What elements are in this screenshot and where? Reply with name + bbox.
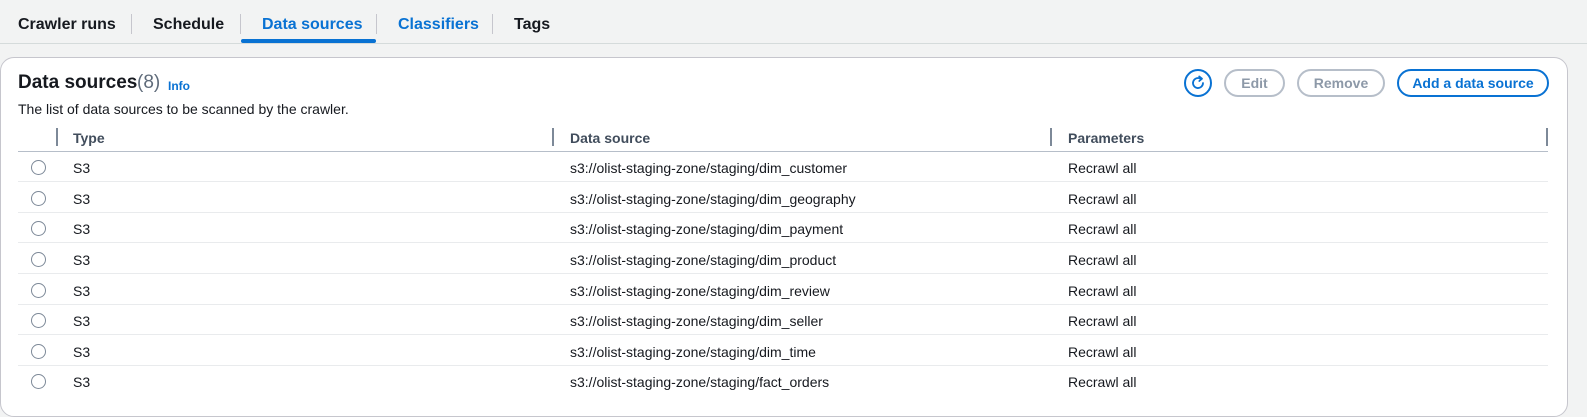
row-select-radio[interactable] [31,374,46,389]
row-select-radio[interactable] [31,221,46,236]
table-row[interactable]: S3 s3://olist-staging-zone/staging/fact_… [18,366,1548,396]
tab-tags[interactable]: Tags [514,0,550,44]
column-resizer[interactable] [1050,128,1052,146]
row-select-radio[interactable] [31,313,46,328]
row-select-radio[interactable] [31,160,46,175]
column-resizer[interactable] [552,128,554,146]
cell-parameters: Recrawl all [1068,191,1137,207]
cell-type: S3 [73,374,91,390]
cell-data-source: s3://olist-staging-zone/staging/dim_geog… [570,191,856,207]
row-divider [18,273,1548,274]
cell-parameters: Recrawl all [1068,283,1137,299]
cell-data-source: s3://olist-staging-zone/staging/dim_revi… [570,283,830,299]
cell-type: S3 [73,313,91,329]
tab-crawler-runs[interactable]: Crawler runs [18,0,116,44]
column-header-data-source[interactable]: Data source [570,130,650,146]
cell-data-source: s3://olist-staging-zone/staging/dim_time [570,344,816,360]
tab-data-sources[interactable]: Data sources [262,0,363,44]
cell-type: S3 [73,191,91,207]
tab-separator [492,14,493,34]
row-divider [18,181,1548,182]
info-link[interactable]: Info [168,79,190,93]
row-select-radio[interactable] [31,191,46,206]
column-header-type[interactable]: Type [73,130,105,146]
cell-type: S3 [73,252,91,268]
table-row[interactable]: S3 s3://olist-staging-zone/staging/dim_s… [18,305,1548,335]
tab-schedule[interactable]: Schedule [153,0,224,44]
table-row[interactable]: S3 s3://olist-staging-zone/staging/dim_c… [18,152,1548,182]
edit-button[interactable]: Edit [1224,69,1285,97]
cell-data-source: s3://olist-staging-zone/staging/dim_sell… [570,313,823,329]
table-row[interactable]: S3 s3://olist-staging-zone/staging/dim_g… [18,183,1548,213]
table-row[interactable]: S3 s3://olist-staging-zone/staging/dim_p… [18,244,1548,274]
tab-separator [376,14,377,34]
row-select-radio[interactable] [31,252,46,267]
cell-data-source: s3://olist-staging-zone/staging/dim_paym… [570,221,844,237]
cell-type: S3 [73,160,91,176]
panel-title: Data sources [18,72,138,93]
cell-data-source: s3://olist-staging-zone/staging/dim_prod… [570,252,837,268]
tab-classifiers[interactable]: Classifiers [398,0,479,44]
column-resizer[interactable] [1546,128,1548,146]
cell-parameters: Recrawl all [1068,221,1137,237]
tab-separator [240,14,241,34]
add-data-source-button[interactable]: Add a data source [1397,69,1549,97]
row-select-radio[interactable] [31,344,46,359]
cell-parameters: Recrawl all [1068,160,1137,176]
cell-data-source: s3://olist-staging-zone/staging/dim_cust… [570,160,848,176]
panel-description: The list of data sources to be scanned b… [18,101,349,117]
cell-parameters: Recrawl all [1068,252,1137,268]
cell-data-source: s3://olist-staging-zone/staging/fact_ord… [570,374,830,390]
refresh-button[interactable] [1184,69,1212,97]
refresh-icon [1192,75,1204,89]
tab-separator [131,14,132,34]
row-divider [18,242,1548,243]
active-tab-indicator [241,39,376,43]
tab-bar: Crawler runs Schedule Data sources Class… [0,0,1587,44]
cell-type: S3 [73,221,91,237]
table-row[interactable]: S3 s3://olist-staging-zone/staging/dim_t… [18,336,1548,366]
cell-type: S3 [73,344,91,360]
cell-parameters: Recrawl all [1068,313,1137,329]
column-header-parameters[interactable]: Parameters [1068,130,1144,146]
table-row[interactable]: S3 s3://olist-staging-zone/staging/dim_p… [18,213,1548,243]
table-row[interactable]: S3 s3://olist-staging-zone/staging/dim_r… [18,275,1548,305]
cell-type: S3 [73,283,91,299]
row-select-radio[interactable] [31,283,46,298]
row-divider [18,334,1548,335]
remove-button[interactable]: Remove [1297,69,1385,97]
cell-parameters: Recrawl all [1068,374,1137,390]
item-count: (8) [137,72,161,93]
column-resizer[interactable] [56,128,58,146]
cell-parameters: Recrawl all [1068,344,1137,360]
